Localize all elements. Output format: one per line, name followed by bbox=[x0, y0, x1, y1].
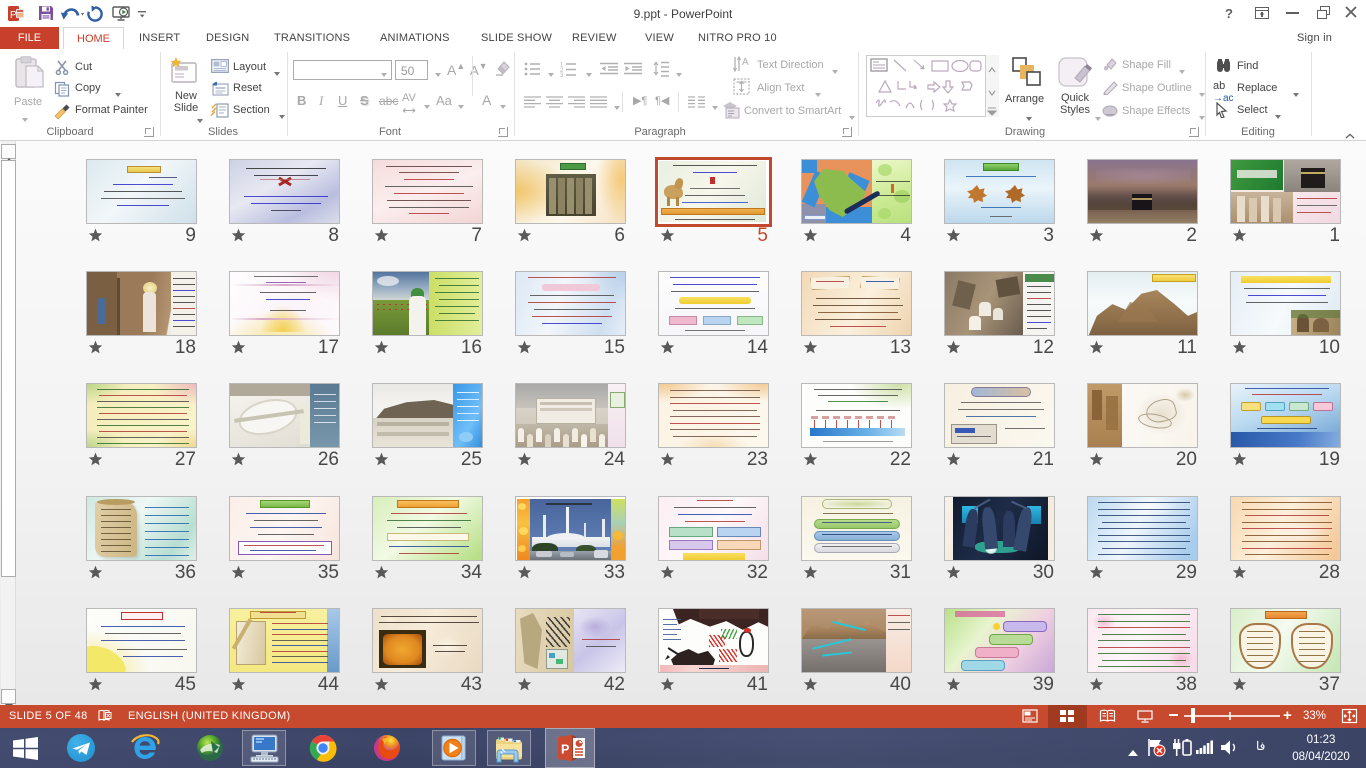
svg-text:3: 3 bbox=[560, 73, 564, 77]
svg-text:A: A bbox=[742, 57, 749, 68]
svg-text:P: P bbox=[561, 743, 569, 757]
